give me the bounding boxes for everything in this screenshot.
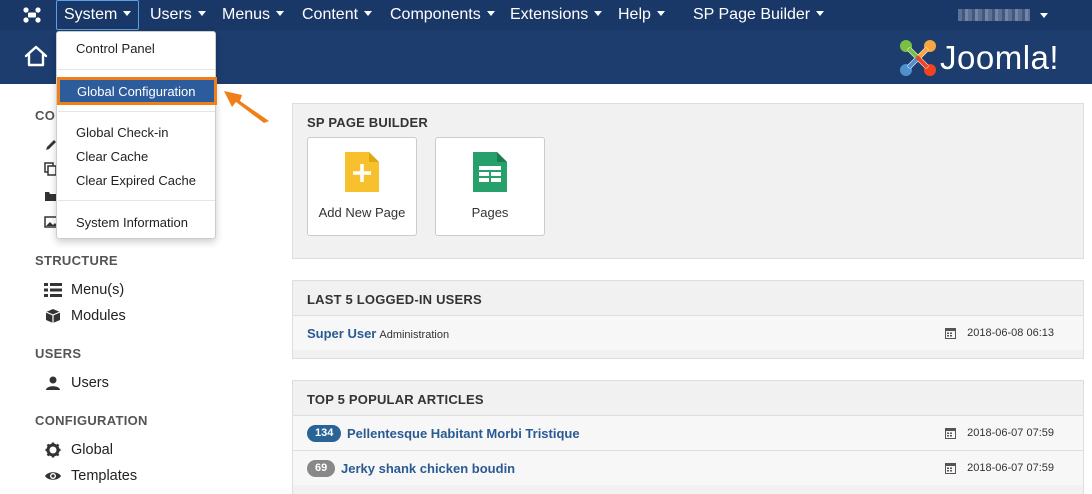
article-link[interactable]: Jerky shank chicken boudin <box>341 461 515 476</box>
file-add-icon <box>345 152 379 192</box>
user-role: Administration <box>379 329 450 341</box>
sidebar-item-global-label: Global <box>71 442 113 458</box>
callout-arrow-icon <box>224 91 269 123</box>
sidebar-item-menus-label: Menu(s) <box>71 282 125 298</box>
gear-icon <box>45 442 61 458</box>
sidebar-item-templates[interactable]: Templates <box>44 468 137 484</box>
menu-sp-page-builder-label: SP Page Builder <box>693 6 811 23</box>
menu-help[interactable]: Help <box>618 0 665 30</box>
menu-item-global-check-in[interactable]: Global Check-in <box>76 125 169 140</box>
chevron-down-icon <box>364 11 373 16</box>
menu-system-label: System <box>64 6 118 23</box>
sidebar-item-users-label: Users <box>71 375 109 391</box>
sidebar-head-configuration: CONFIGURATION <box>35 413 148 428</box>
sidebar-item-menus[interactable]: Menu(s) <box>44 282 124 298</box>
table-row: 69 Jerky shank chicken boudin 2018-06-07… <box>293 450 1083 485</box>
menu-help-label: Help <box>618 6 651 23</box>
menu-users[interactable]: Users <box>150 0 206 30</box>
chevron-down-icon <box>123 11 132 16</box>
user-menu-name-blurred[interactable] <box>958 9 1030 21</box>
menu-system[interactable]: System <box>56 0 140 30</box>
brand-text: Joomla! <box>940 39 1060 76</box>
menu-extensions[interactable]: Extensions <box>510 0 603 30</box>
table-row: 134 Pellentesque Habitant Morbi Tristiqu… <box>293 415 1083 450</box>
sidebar-item-users[interactable]: Users <box>44 375 109 391</box>
top-navbar: System Users Menus Content Components Ex… <box>0 0 1092 30</box>
menu-components-label: Components <box>390 6 481 23</box>
sidebar-head-users: USERS <box>35 346 82 361</box>
menu-users-label: Users <box>150 6 192 23</box>
system-dropdown-menu: Control Panel Global Configuration Globa… <box>56 31 217 239</box>
user-icon <box>46 376 60 390</box>
table-row: Super User Administration 2018-06-08 06:1… <box>293 315 1083 350</box>
chevron-down-icon <box>486 11 495 16</box>
menu-item-global-configuration[interactable]: Global Configuration <box>57 77 217 105</box>
menu-components[interactable]: Components <box>390 0 495 30</box>
panel-title: SP PAGE BUILDER <box>307 115 428 130</box>
menu-extensions-label: Extensions <box>510 6 589 23</box>
divider <box>58 69 215 70</box>
menu-content-label: Content <box>302 6 359 23</box>
calendar-icon <box>945 428 956 439</box>
tile-label: Add New Page <box>318 205 406 220</box>
home-icon[interactable] <box>24 44 48 68</box>
cube-icon <box>45 309 61 323</box>
joomla-brand-logo-icon <box>900 40 936 76</box>
menu-item-system-information[interactable]: System Information <box>76 215 188 230</box>
joomla-logo-icon[interactable] <box>22 6 42 24</box>
article-date: 2018-06-07 07:59 <box>967 427 1054 439</box>
chevron-down-icon <box>816 11 825 16</box>
sidebar-head-content-partial: CO <box>35 108 56 123</box>
panel-title: LAST 5 LOGGED-IN USERS <box>307 292 482 307</box>
add-new-page-button[interactable]: Add New Page <box>307 137 417 236</box>
chevron-down-icon <box>276 11 285 16</box>
menu-item-clear-expired-cache[interactable]: Clear Expired Cache <box>76 173 196 188</box>
calendar-icon <box>945 463 956 474</box>
menu-menus-label: Menus <box>222 6 271 23</box>
tile-label: Pages <box>471 205 509 220</box>
divider <box>58 200 215 201</box>
list-icon <box>44 283 62 297</box>
chevron-down-icon <box>656 11 665 16</box>
menu-content[interactable]: Content <box>302 0 373 30</box>
article-date: 2018-06-07 07:59 <box>967 462 1054 474</box>
sidebar-item-templates-label: Templates <box>71 468 138 484</box>
document-icon <box>473 152 507 192</box>
eye-icon <box>45 472 61 480</box>
hits-badge: 69 <box>307 460 336 477</box>
user-link[interactable]: Super User Administration <box>307 326 449 341</box>
menu-item-global-configuration-label: Global Configuration <box>77 84 196 99</box>
chevron-down-icon <box>594 11 603 16</box>
joomla-brand: Joomla! <box>898 38 1083 78</box>
menu-item-control-panel[interactable]: Control Panel <box>76 41 155 56</box>
sidebar-item-modules-label: Modules <box>71 308 126 324</box>
article-link[interactable]: Pellentesque Habitant Morbi Tristique <box>347 426 580 441</box>
login-date: 2018-06-08 06:13 <box>967 327 1054 339</box>
divider <box>58 111 215 112</box>
sidebar-item-global[interactable]: Global <box>44 442 113 458</box>
calendar-icon <box>945 328 956 339</box>
hits-badge: 134 <box>307 425 342 442</box>
sidebar-item-modules[interactable]: Modules <box>44 308 126 324</box>
menu-sp-page-builder[interactable]: SP Page Builder <box>693 0 825 30</box>
panel-title: TOP 5 POPULAR ARTICLES <box>307 392 484 407</box>
menu-menus[interactable]: Menus <box>222 0 285 30</box>
menu-item-clear-cache[interactable]: Clear Cache <box>76 149 148 164</box>
chevron-down-icon[interactable] <box>1040 13 1048 18</box>
chevron-down-icon <box>197 11 206 16</box>
user-name[interactable]: Super User <box>307 326 376 341</box>
sidebar-head-structure: STRUCTURE <box>35 253 118 268</box>
pages-button[interactable]: Pages <box>435 137 545 236</box>
